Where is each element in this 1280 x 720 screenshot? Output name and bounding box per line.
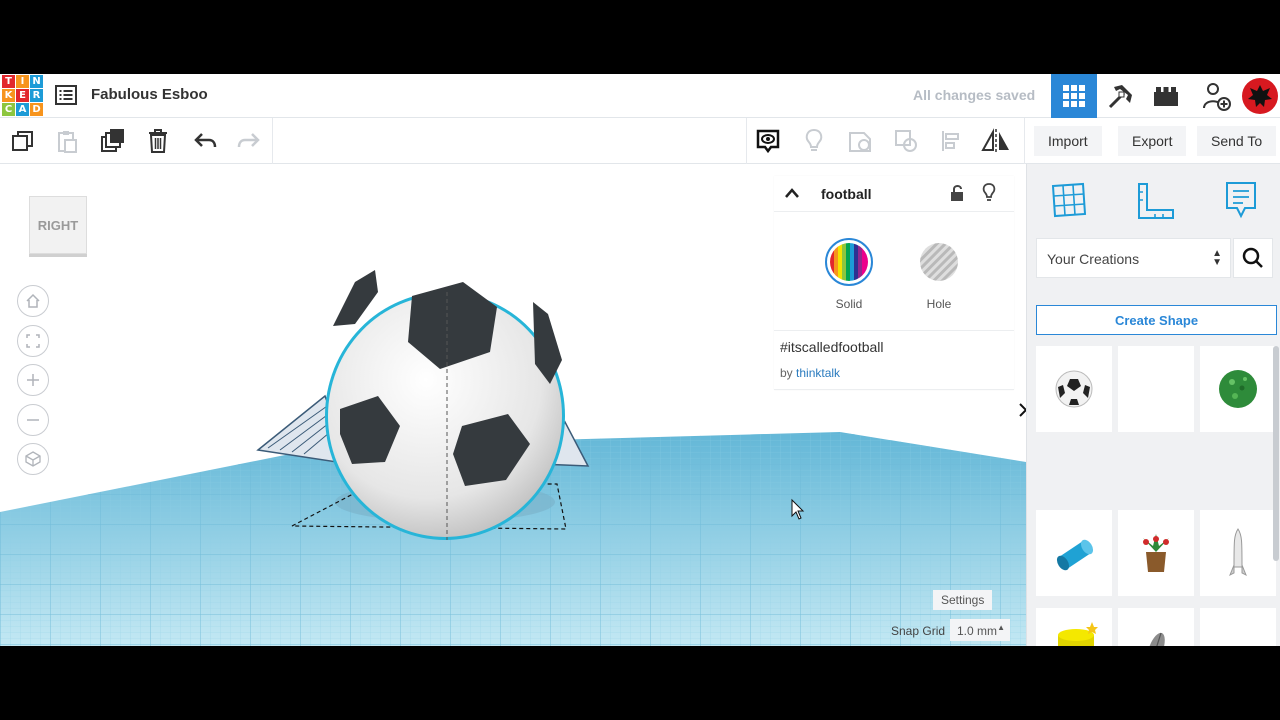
logo-letter: A [16,103,29,116]
hole-label: Hole [926,297,952,311]
solid-option[interactable]: Solid [825,238,873,311]
chevron-right-icon[interactable] [1018,402,1026,418]
fit-view-icon[interactable] [17,325,49,357]
bulb-icon[interactable] [982,183,996,208]
edit-toolbar: Import Export Send To [0,118,1280,164]
shapes-sidebar: Your Creations ▲ ▼ Create Shape [1026,164,1280,646]
minecraft-pickaxe-icon[interactable] [1097,74,1143,118]
view-cube-face[interactable]: RIGHT [29,196,87,254]
library-select[interactable]: Your Creations ▲ ▼ [1036,238,1231,278]
app-header: TIN KER CAD Fabulous Esboo All changes sav… [0,74,1280,118]
lock-icon[interactable] [950,184,964,207]
ungroup-icon[interactable] [891,126,921,156]
design-title[interactable]: Fabulous Esboo [91,86,208,103]
shape-tile-potted-plant[interactable] [1118,510,1194,596]
hole-swatch[interactable] [915,238,963,286]
shape-tile-yellow-cylinder[interactable] [1036,608,1112,646]
send-to-button[interactable]: Send To [1197,126,1277,156]
shape-meta: #itscalledfootball by thinktalk [774,330,1014,390]
toolbar-divider [272,118,273,164]
author-link[interactable]: thinktalk [796,366,840,380]
add-user-icon[interactable] [1193,74,1239,118]
shape-tile-green-sphere[interactable] [1200,346,1276,432]
toolbar-divider [746,118,747,164]
create-shape-button[interactable]: Create Shape [1036,305,1277,335]
shape-tile-rocket[interactable] [1200,510,1276,596]
shape-tile-soccer-ball[interactable] [1036,346,1112,432]
user-avatar[interactable] [1240,74,1280,118]
ruler-icon[interactable] [1133,178,1177,222]
shape-tile-empty[interactable] [1118,346,1194,432]
group-icon[interactable] [845,126,875,156]
export-button[interactable]: Export [1118,126,1187,156]
tinkercad-logo[interactable]: TIN KER CAD [2,75,43,117]
show-notes-icon[interactable] [753,126,783,156]
logo-letter: K [2,89,15,102]
import-button[interactable]: Import [1034,126,1102,156]
library-selected-value: Your Creations [1047,251,1140,267]
football-shape[interactable] [325,270,565,540]
design-list-icon[interactable] [55,85,77,105]
notes-icon[interactable] [1219,178,1263,222]
logo-letter: N [30,75,43,88]
snap-grid-select[interactable]: 1.0 mm ▲ [950,619,1010,641]
undo-icon[interactable] [190,126,220,156]
shape-inspector: football Solid Hole #itscalledfootball b… [774,176,1014,390]
tinkercad-editor: TIN KER CAD Fabulous Esboo All changes sav… [0,74,1280,646]
logo-letter: D [30,103,43,116]
select-arrows-icon: ▲ ▼ [1212,248,1222,268]
chevron-up-icon[interactable] [784,186,800,205]
solid-color-swatch[interactable] [825,238,873,286]
workplane-grid-icon[interactable] [1047,178,1091,222]
light-bulb-icon[interactable] [799,126,829,156]
logo-letter: T [2,75,15,88]
hole-option[interactable]: Hole [915,238,963,311]
save-status: All changes saved [913,87,1036,103]
logo-letter: R [30,89,43,102]
search-icon[interactable] [1233,238,1273,278]
shape-tile-empty[interactable] [1200,608,1276,646]
mirror-icon[interactable] [981,126,1011,156]
toolbar-divider [1024,118,1025,164]
shape-tile-blue-cylinder[interactable] [1036,510,1112,596]
delete-icon[interactable] [143,126,173,156]
logo-letter: I [16,75,29,88]
by-prefix: by [780,366,793,380]
copy-icon[interactable] [8,126,38,156]
logo-letter: C [2,103,15,116]
view-cube[interactable]: RIGHT [29,196,89,258]
shape-tag: #itscalledfootball [780,339,884,355]
zoom-in-icon[interactable] [17,364,49,396]
shape-tile-feather[interactable] [1118,608,1194,646]
workplane-viewport[interactable]: RIGHT football Solid Hole #itscalledfoot… [0,164,1026,646]
settings-button[interactable]: Settings [933,590,993,610]
lego-brick-icon[interactable] [1143,74,1189,118]
align-icon[interactable] [937,126,967,156]
duplicate-icon[interactable] [98,126,128,156]
shape-name[interactable]: football [821,186,872,202]
zoom-out-icon[interactable] [17,404,49,436]
collapse-panel-handle[interactable] [1016,390,1026,430]
sidebar-scrollbar[interactable] [1273,346,1279,561]
perspective-icon[interactable] [17,443,49,475]
redo-icon[interactable] [234,126,264,156]
3d-design-grid-icon[interactable] [1051,74,1097,118]
shape-author-line: by thinktalk [780,366,840,380]
snap-grid-label: Snap Grid [891,624,946,638]
home-view-icon[interactable] [17,285,49,317]
solid-label: Solid [835,297,863,311]
paste-icon[interactable] [52,126,82,156]
logo-letter: E [16,89,29,102]
inspector-header: football [774,176,1014,212]
snap-grid-value: 1.0 mm [957,624,998,638]
caret-up-icon: ▲ [997,623,1005,632]
